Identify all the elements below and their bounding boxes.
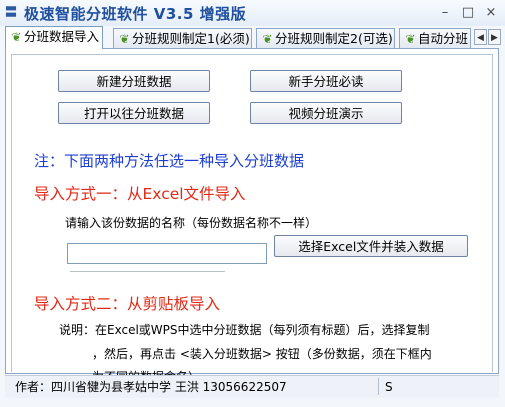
tab-scroll-right-button[interactable]: ▶ [488, 29, 501, 45]
leaf-icon: ❦ [405, 32, 416, 46]
divider [70, 271, 225, 272]
tab-label: 分班数据导入 [24, 29, 100, 44]
leaf-icon: ❦ [262, 32, 273, 46]
data-name-input[interactable] [67, 243, 267, 264]
minimize-button[interactable]: – [436, 4, 454, 21]
method2-desc-line2: ，然后，再点击 <装入分班数据> 按钮（多份数据，须在下框内 [92, 347, 432, 361]
status-bar: 作者：四川省犍为县孝姑中学 王洪 13056622507 S [5, 375, 499, 398]
method2-heading: 导入方式二：从剪贴板导入 [34, 295, 221, 313]
tab-label: 分班规则制定1(必须) [132, 31, 250, 46]
open-data-button[interactable]: 打开以往分班数据 [58, 102, 210, 124]
tab-label: 分班规则制定2(可选) [275, 31, 393, 46]
title-bar[interactable]: 〓 极速智能分班软件 V3.5 增强版 – □ × [0, 0, 505, 26]
import-section: 新建分班数据 新手分班必读 打开以往分班数据 视频分班演示 注：下面两种方法任选… [11, 54, 493, 384]
tab-scroll-left-button[interactable]: ◀ [474, 29, 487, 45]
data-name-label: 请输入该份数据的名称（每份数据名称不一样） [65, 216, 318, 230]
method1-heading: 导入方式一：从Excel文件导入 [34, 185, 246, 203]
status-divider [378, 378, 379, 395]
beginner-guide-button[interactable]: 新手分班必读 [250, 70, 402, 92]
method2-desc-line1: 说明：在Excel或WPS中选中分班数据（每列须有标题）后，选择复制 [59, 323, 430, 337]
app-window: 〓 极速智能分班软件 V3.5 增强版 – □ × ❦ 分班数据导入 ❦ 分班规则制… [0, 0, 505, 407]
tab-label: 自动分班 [418, 31, 469, 46]
leaf-icon: ❦ [119, 32, 130, 46]
app-icon: 〓 [5, 5, 18, 19]
close-button[interactable]: × [482, 4, 500, 21]
window-title: 极速智能分班软件 V3.5 增强版 [24, 5, 247, 23]
leaf-icon: ❦ [11, 30, 22, 44]
tab-auto-assign[interactable]: ❦ 自动分班 [399, 28, 471, 48]
tab-rules-1[interactable]: ❦ 分班规则制定1(必须) [113, 28, 252, 48]
tab-data-import[interactable]: ❦ 分班数据导入 [5, 26, 103, 49]
video-demo-button[interactable]: 视频分班演示 [250, 102, 402, 124]
new-data-button[interactable]: 新建分班数据 [58, 70, 210, 92]
import-note: 注：下面两种方法任选一种导入分班数据 [34, 152, 305, 170]
status-author: 作者：四川省犍为县孝姑中学 王洪 13056622507 [15, 380, 287, 394]
tab-rules-2[interactable]: ❦ 分班规则制定2(可选) [256, 28, 395, 48]
tab-strip: ❦ 分班数据导入 ❦ 分班规则制定1(必须) ❦ 分班规则制定2(可选) ❦ 自动分班 … [0, 26, 505, 49]
content-panel: 新建分班数据 新手分班必读 打开以往分班数据 视频分班演示 注：下面两种方法任选… [5, 48, 499, 384]
status-cell: S [385, 380, 393, 394]
maximize-button[interactable]: □ [459, 4, 477, 21]
select-excel-button[interactable]: 选择Excel文件并装入数据 [274, 235, 468, 257]
